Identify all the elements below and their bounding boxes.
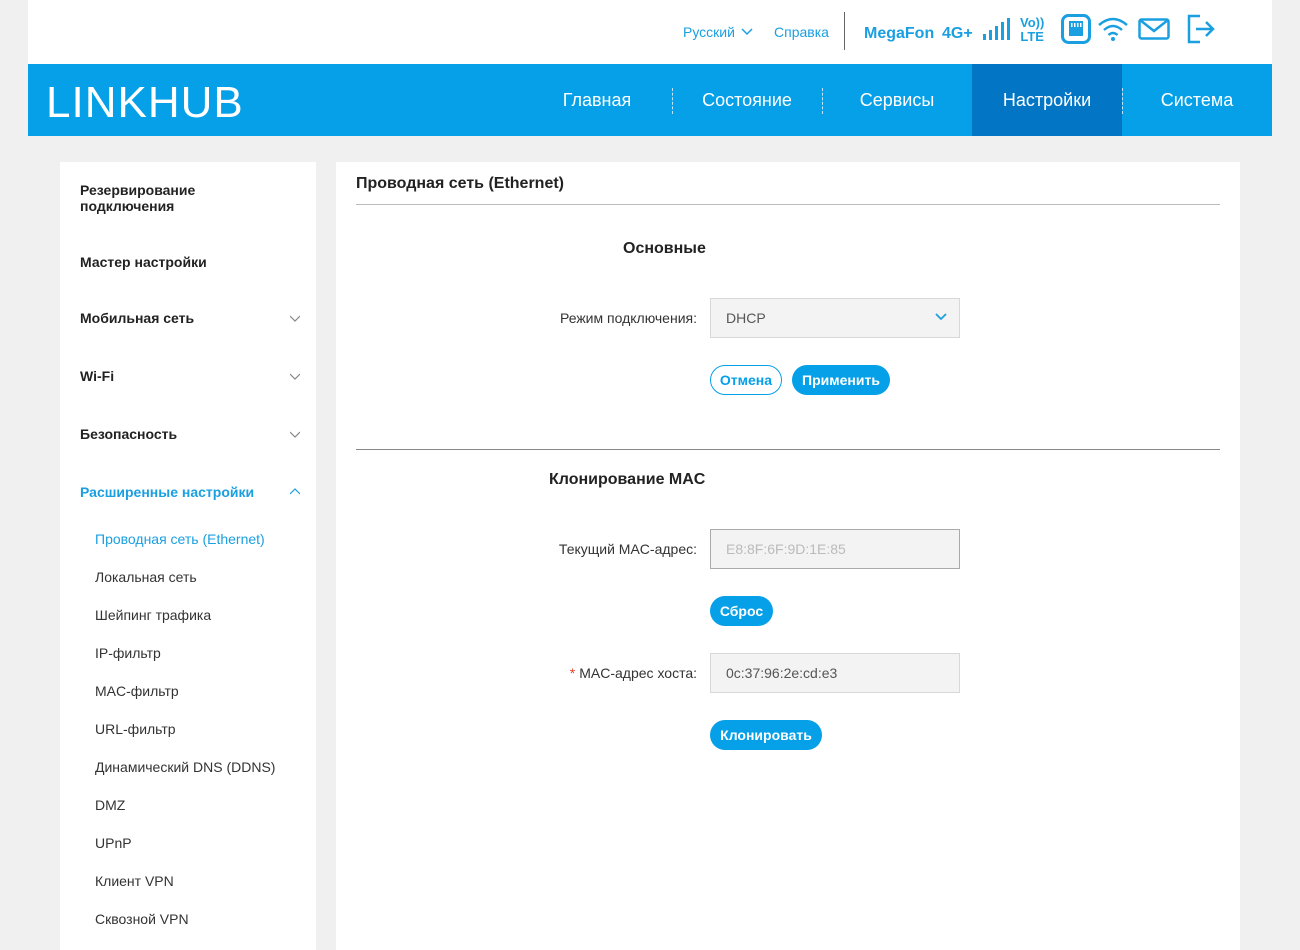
nav-services[interactable]: Сервисы [822,64,972,136]
section-heading-basic: Основные [623,240,706,257]
sidebar-sub-lan[interactable]: Локальная сеть [95,569,197,585]
required-mark: * [569,665,576,681]
sidebar: Резервирование подключения Мастер настро… [60,162,316,950]
sidebar-item-connection-backup[interactable]: Резервирование подключения [80,182,260,214]
sidebar-item-mobile-network[interactable]: Мобильная сеть [80,310,300,326]
current-mac-value: E8:8F:6F:9D:1E:85 [726,541,846,557]
host-mac-label: * MAC-адрес хоста: [377,665,697,681]
help-link[interactable]: Справка [774,24,829,40]
logo: LINKHUB [46,78,244,128]
sidebar-item-label: Резервирование подключения [80,182,196,214]
sidebar-sub-ip-filter[interactable]: IP-фильтр [95,645,161,661]
sidebar-sub-mac-filter[interactable]: MAC-фильтр [95,683,179,699]
sidebar-item-label: Мобильная сеть [80,310,195,326]
host-mac-field[interactable]: 0c:37:96:2e:cd:e3 [710,653,960,693]
sidebar-sub-traffic-shaping[interactable]: Шейпинг трафика [95,607,211,623]
cancel-button[interactable]: Отмена [710,365,782,395]
sidebar-sub-url-filter[interactable]: URL-фильтр [95,721,176,737]
divider [356,204,1220,205]
page-title: Проводная сеть (Ethernet) [356,175,564,192]
sidebar-sub-dmz[interactable]: DMZ [95,797,125,813]
chevron-down-icon [290,315,300,322]
language-select[interactable]: Русский [683,24,753,40]
logo-bold: LINK [46,78,148,127]
chevron-down-icon [935,313,947,321]
host-mac-value: 0c:37:96:2e:cd:e3 [726,665,838,681]
nav-home[interactable]: Главная [522,64,672,136]
reset-button[interactable]: Сброс [710,596,773,626]
sidebar-sub-vpn-passthrough[interactable]: Сквозной VPN [95,911,189,927]
divider [844,12,845,50]
volte-icon: Vo)) LTE [1020,16,1044,44]
section-heading-mac-clone: Клонирование MAC [549,471,706,488]
chevron-down-icon [290,431,300,438]
mail-icon[interactable] [1138,18,1170,40]
divider [356,449,1220,450]
chevron-down-icon [290,373,300,380]
host-mac-label-text: MAC-адрес хоста: [579,665,697,681]
clone-button[interactable]: Клонировать [710,720,822,750]
top-bar: Русский Справка MegaFon 4G+ Vo)) LTE [28,0,1272,64]
chevron-up-icon [290,488,300,495]
sidebar-sub-ddns[interactable]: Динамический DNS (DDNS) [95,759,275,775]
sidebar-item-label: Безопасность [80,426,178,442]
sidebar-sub-vpn-client[interactable]: Клиент VPN [95,873,174,889]
wifi-icon[interactable] [1097,16,1129,42]
nav-settings[interactable]: Настройки [972,64,1122,136]
nav-status[interactable]: Состояние [672,64,822,136]
current-mac-label: Текущий MAC-адрес: [558,541,697,557]
sidebar-item-advanced[interactable]: Расширенные настройки [80,484,300,500]
logout-icon[interactable] [1186,14,1216,44]
nav-system[interactable]: Система [1122,64,1272,136]
sidebar-sub-upnp[interactable]: UPnP [95,835,132,851]
sidebar-sub-ethernet[interactable]: Проводная сеть (Ethernet) [95,531,265,547]
sidebar-item-security[interactable]: Безопасность [80,426,300,442]
chevron-down-icon [741,28,753,36]
sidebar-item-wifi[interactable]: Wi-Fi [80,368,300,384]
connection-mode-label: Режим подключения: [559,310,697,326]
signal-strength-icon [983,18,1010,40]
volte-top: Vo)) [1020,15,1045,30]
sidebar-item-label: Мастер настройки [80,254,207,270]
connection-mode-value: DHCP [726,310,766,326]
connection-mode-select[interactable]: DHCP [710,298,960,338]
current-mac-field: E8:8F:6F:9D:1E:85 [710,529,960,569]
logo-light: HUB [147,78,244,127]
language-label: Русский [683,24,735,40]
network-type: 4G+ [942,25,973,42]
ethernet-icon[interactable] [1061,14,1091,44]
main-nav: LINKHUB Главная Состояние Сервисы Настро… [28,64,1272,136]
operator-name: MegaFon [864,25,935,42]
volte-bottom: LTE [1020,29,1044,44]
sidebar-item-setup-wizard[interactable]: Мастер настройки [80,254,300,270]
sidebar-item-label: Wi-Fi [80,368,115,384]
apply-button[interactable]: Применить [792,365,890,395]
sidebar-item-label: Расширенные настройки [80,484,255,500]
main-panel: Проводная сеть (Ethernet) Основные Режим… [336,162,1240,950]
